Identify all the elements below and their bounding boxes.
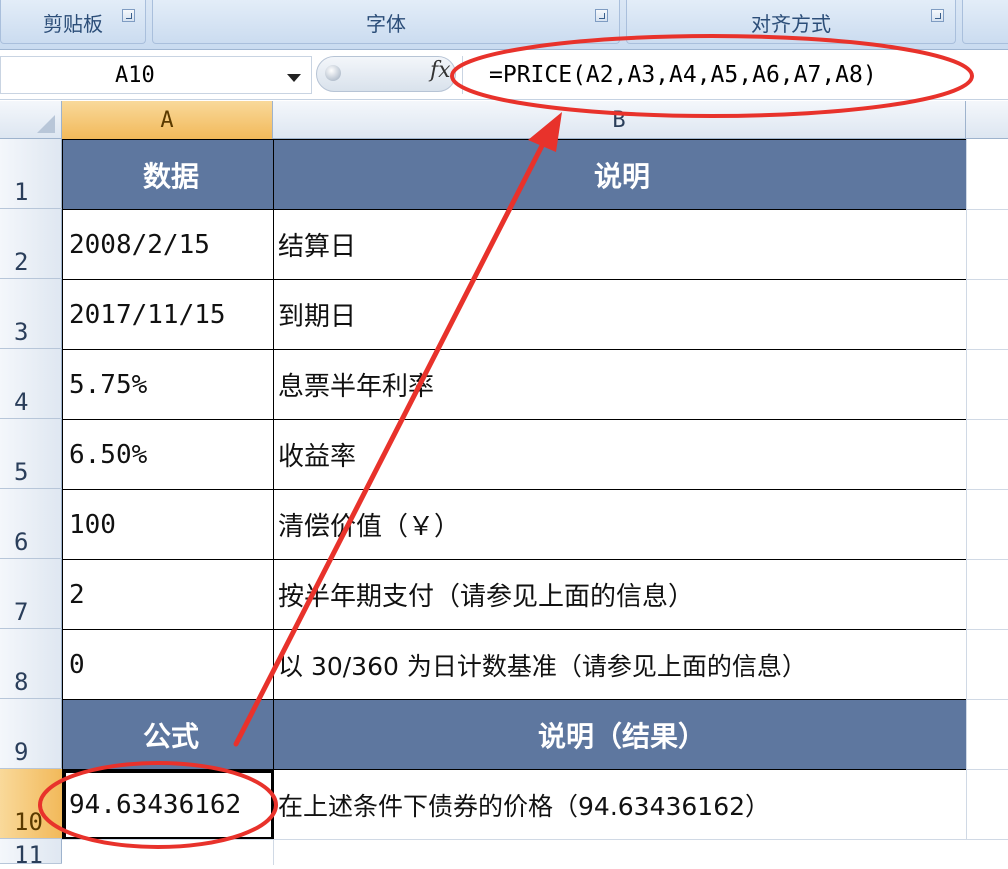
row-header-2[interactable]: 2 [0,209,62,279]
name-box[interactable]: A10 [0,56,312,94]
gridline [966,629,1008,630]
formula-input[interactable]: =PRICE(A2,A3,A4,A5,A6,A7,A8) [462,56,1008,94]
gridline [966,419,1008,420]
row-number: 9 [14,738,29,766]
gridline [966,769,1008,770]
table-row: 数据 说明 [62,139,967,210]
cell-b6[interactable]: 清偿价值（￥） [273,489,967,560]
table-row: 0 以 30/360 为日计数基准（请参见上面的信息） [62,629,967,700]
gridline [966,349,1008,350]
gridline [966,279,1008,280]
cell-a5[interactable]: 6.50% [62,419,274,490]
ribbon-group-alignment: 对齐方式 [626,0,956,44]
cell-b1[interactable]: 说明 [273,139,967,210]
cell-a1[interactable]: 数据 [62,139,274,210]
cell-b4[interactable]: 息票半年利率 [273,349,967,420]
cell-b3[interactable]: 到期日 [273,279,967,350]
row-header-column: 1 2 3 4 5 6 7 8 9 10 11 [0,139,62,869]
table-row: 2 按半年期支付（请参见上面的信息） [62,559,967,630]
column-header-b[interactable]: B [273,101,966,139]
column-header-a[interactable]: A [62,101,273,139]
row-header-10[interactable]: 10 [0,769,62,839]
name-box-value: A10 [115,63,155,88]
row-number: 1 [14,178,29,206]
row-header-5[interactable]: 5 [0,419,62,489]
cell-a9[interactable]: 公式 [62,699,274,770]
table-row: 100 清偿价值（￥） [62,489,967,560]
row-number: 4 [14,388,29,416]
cell-a4[interactable]: 5.75% [62,349,274,420]
row-number: 3 [14,318,29,346]
row-number: 5 [14,458,29,486]
row-number: 2 [14,248,29,276]
ribbon-group-clipboard: 剪贴板 [0,0,146,44]
cell-b7[interactable]: 按半年期支付（请参见上面的信息） [273,559,967,630]
row-header-8[interactable]: 8 [0,629,62,699]
row-header-3[interactable]: 3 [0,279,62,349]
chevron-down-icon[interactable] [287,74,301,82]
row-header-11[interactable]: 11 [0,839,62,869]
gridline [966,489,1008,490]
ribbon-group-partial [962,0,1008,44]
cell-a2[interactable]: 2008/2/15 [62,209,274,280]
row-number: 8 [14,668,29,696]
select-all-button[interactable] [0,101,62,139]
formula-bar: A10 fx =PRICE(A2,A3,A4,A5,A6,A7,A8) [0,50,1008,100]
cell-a7[interactable]: 2 [62,559,274,630]
row-header-9[interactable]: 9 [0,699,62,769]
table-row: 6.50% 收益率 [62,419,967,490]
table-row: 2008/2/15 结算日 [62,209,967,280]
ribbon-group-label: 字体 [366,12,406,36]
row-number: 6 [14,528,29,556]
row-header-6[interactable]: 6 [0,489,62,559]
formula-text: =PRICE(A2,A3,A4,A5,A6,A7,A8) [489,62,877,88]
row-number: 10 [14,808,43,836]
table-row: 2017/11/15 到期日 [62,279,967,350]
row-header-1[interactable]: 1 [0,139,62,209]
cell-a3[interactable]: 2017/11/15 [62,279,274,350]
column-header-row: A B [0,101,1008,139]
ribbon-group-label: 对齐方式 [751,12,831,36]
gridline [966,209,1008,210]
row-11-cells[interactable] [62,839,1008,865]
row-header-4[interactable]: 4 [0,349,62,419]
row-header-7[interactable]: 7 [0,559,62,629]
ribbon-group-font: 字体 [152,0,620,44]
cell-b5[interactable]: 收益率 [273,419,967,490]
ribbon-group-strip: 剪贴板 字体 对齐方式 [0,0,1008,50]
dialog-launcher-icon[interactable] [931,9,944,22]
cell-b10[interactable]: 在上述条件下债券的价格（94.63436162） [273,769,967,840]
table-row: 公式 说明（结果） [62,699,967,770]
table-row: 5.75% 息票半年利率 [62,349,967,420]
dialog-launcher-icon[interactable] [595,9,608,22]
gridline [966,559,1008,560]
data-table: 数据 说明 2008/2/15 结算日 2017/11/15 到期日 5.75%… [62,139,967,840]
cell-a10[interactable]: 94.63436162 [62,769,274,840]
splitter-handle-icon[interactable] [325,65,341,81]
insert-function-icon[interactable]: fx [430,58,451,83]
cell-b2[interactable]: 结算日 [273,209,967,280]
cell-b9[interactable]: 说明（结果） [273,699,967,770]
cell-b8[interactable]: 以 30/360 为日计数基准（请参见上面的信息） [273,629,967,700]
dialog-launcher-icon[interactable] [122,9,135,22]
cell-a6[interactable]: 100 [62,489,274,560]
row-number: 7 [14,598,29,626]
gridline [966,699,1008,700]
cell-a8[interactable]: 0 [62,629,274,700]
row-number: 11 [14,841,43,869]
table-row: 94.63436162 在上述条件下债券的价格（94.63436162） [62,769,967,840]
